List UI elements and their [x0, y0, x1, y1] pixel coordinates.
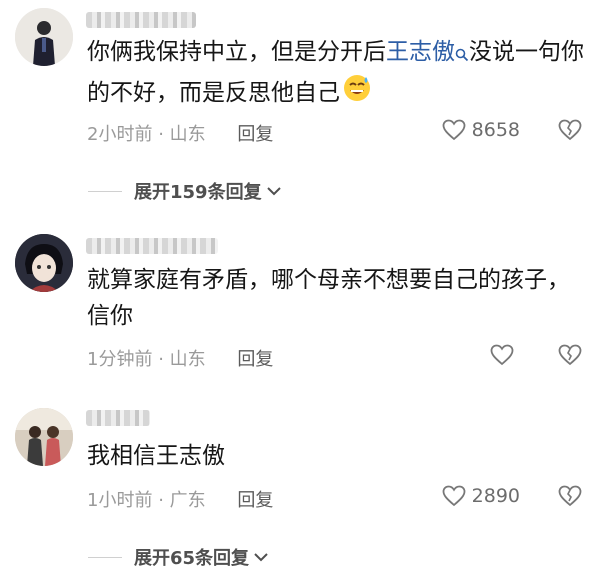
- search-icon: [455, 37, 469, 73]
- username-blurred: [86, 238, 218, 254]
- location: 广东: [169, 490, 206, 511]
- reply-button[interactable]: 回复: [237, 490, 273, 511]
- timestamp: 1分钟前: [87, 349, 153, 370]
- timestamp: 1小时前: [87, 490, 153, 511]
- meta-separator: ·: [158, 349, 164, 370]
- like-button[interactable]: 8658: [442, 119, 520, 141]
- meta-separator: ·: [158, 490, 164, 511]
- sweat-smile-emoji: [342, 73, 372, 114]
- expand-replies-button[interactable]: 展开65条回复: [88, 544, 269, 570]
- location: 山东: [169, 124, 206, 145]
- reply-button[interactable]: 回复: [237, 124, 273, 145]
- like-count: 2890: [471, 485, 520, 507]
- broken-heart-icon: [558, 119, 582, 141]
- comment-meta: 1小时前 · 广东 回复: [87, 486, 273, 512]
- comment-meta: 2小时前 · 山东 回复: [87, 120, 273, 146]
- heart-icon: [442, 119, 466, 141]
- username-blurred: [86, 12, 196, 28]
- divider: [88, 190, 122, 192]
- broken-heart-icon: [558, 344, 582, 366]
- comment-text: 就算家庭有矛盾，哪个母亲不想要自己的孩子，信你: [87, 267, 570, 329]
- dislike-button[interactable]: [558, 119, 582, 145]
- dislike-button[interactable]: [558, 344, 582, 370]
- username-blurred: [86, 410, 150, 426]
- comment-meta: 1分钟前 · 山东 回复: [87, 345, 273, 371]
- chevron-down-icon: [266, 181, 282, 202]
- like-button[interactable]: 2890: [442, 485, 520, 507]
- like-button[interactable]: [490, 344, 520, 366]
- hashtag-link[interactable]: 王志傲: [386, 39, 455, 65]
- chevron-down-icon: [253, 547, 269, 568]
- broken-heart-icon: [558, 485, 582, 507]
- avatar[interactable]: [15, 408, 73, 466]
- heart-icon: [490, 344, 514, 366]
- avatar[interactable]: [15, 234, 73, 292]
- like-count: 8658: [471, 119, 520, 141]
- heart-icon: [442, 485, 466, 507]
- reply-button[interactable]: 回复: [237, 349, 273, 370]
- divider: [88, 556, 122, 558]
- avatar[interactable]: [15, 8, 73, 66]
- timestamp: 2小时前: [87, 124, 153, 145]
- comment-text: 你俩我保持中立，但是分开后王志傲 没说一句你的不好，而是反思他自己: [87, 34, 587, 114]
- comment-text: 我相信王志傲: [87, 443, 225, 469]
- dislike-button[interactable]: [558, 485, 582, 511]
- expand-replies-button[interactable]: 展开159条回复: [88, 178, 282, 204]
- location: 山东: [169, 349, 206, 370]
- meta-separator: ·: [158, 124, 164, 145]
